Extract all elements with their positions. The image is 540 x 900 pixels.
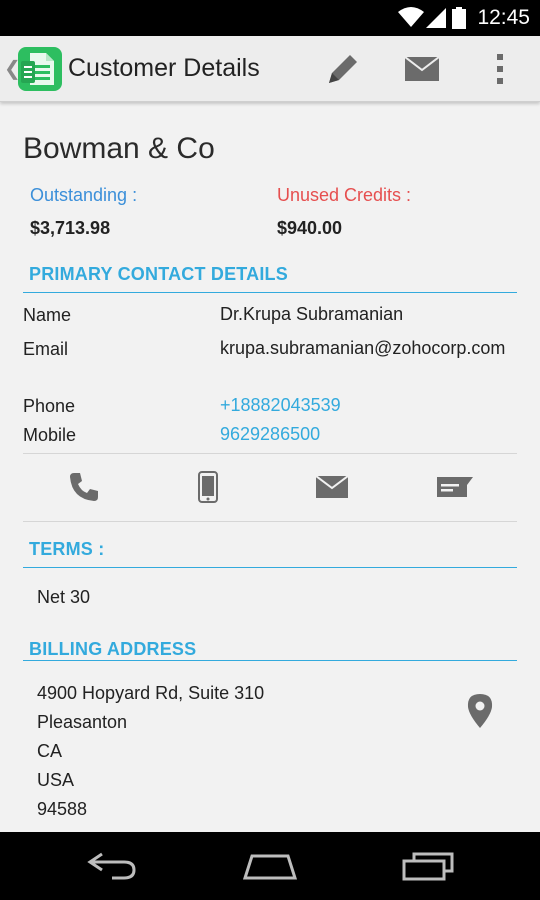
action-bar: ❮ Customer Details (0, 36, 540, 102)
recent-apps-icon[interactable] (398, 846, 458, 886)
overflow-menu-icon[interactable] (480, 49, 520, 89)
mobile-device-icon[interactable] (188, 467, 228, 507)
primary-contact-section-title: PRIMARY CONTACT DETAILS (29, 264, 288, 284)
send-sms-icon[interactable] (435, 467, 475, 507)
home-icon[interactable] (240, 846, 300, 886)
billing-street: 4900 Hopyard Rd, Suite 310 (37, 683, 265, 703)
billing-state: CA (37, 741, 63, 761)
customer-name: Bowman & Co (23, 132, 215, 165)
system-navigation-bar (0, 832, 540, 900)
payment-terms-value: Net 30 (37, 587, 91, 607)
edit-pencil-icon[interactable] (323, 49, 363, 89)
email-envelope-icon[interactable] (402, 49, 442, 89)
contact-name-label: Name (23, 305, 72, 325)
contact-email-label: Email (23, 339, 69, 359)
status-bar: 12:45 (0, 0, 540, 36)
screen-title: Customer Details (68, 54, 260, 82)
contact-name-value: Dr.Krupa Subramanian (220, 304, 404, 324)
outstanding-value: $3,713.98 (30, 218, 111, 238)
status-time: 12:45 (477, 6, 530, 29)
cellular-signal-icon (426, 8, 446, 33)
app-logo-icon[interactable] (16, 45, 64, 98)
billing-city: Pleasanton (37, 712, 128, 732)
call-phone-icon[interactable] (64, 467, 104, 507)
section-divider (23, 660, 517, 661)
customer-details-content[interactable]: Bowman & Co Outstanding : $3,713.98 Unus… (0, 103, 540, 832)
outstanding-label: Outstanding : (30, 185, 138, 205)
map-location-pin-icon[interactable] (466, 693, 494, 734)
wifi-icon (398, 6, 424, 33)
contact-phone-label: Phone (23, 396, 76, 416)
contact-mobile-label: Mobile (23, 425, 77, 445)
section-divider (23, 567, 517, 568)
terms-section-title: TERMS : (29, 539, 105, 559)
contact-actions-divider (23, 521, 517, 522)
contact-actions-divider (23, 453, 517, 454)
battery-icon (452, 7, 466, 34)
unused-credits-value: $940.00 (277, 218, 343, 238)
billing-country: USA (37, 770, 75, 790)
back-arrow-icon[interactable] (82, 846, 142, 886)
contact-phone-value[interactable]: +18882043539 (220, 394, 520, 417)
contact-email-value[interactable]: krupa.subramanian@zohocorp.com (220, 337, 512, 360)
section-divider (23, 292, 517, 293)
billing-address-section-title: BILLING ADDRESS (29, 639, 197, 659)
contact-mobile-value[interactable]: 9629286500 (220, 423, 520, 446)
billing-zip: 94588 (37, 799, 88, 819)
send-email-icon[interactable] (312, 467, 352, 507)
unused-credits-label: Unused Credits : (277, 185, 412, 205)
